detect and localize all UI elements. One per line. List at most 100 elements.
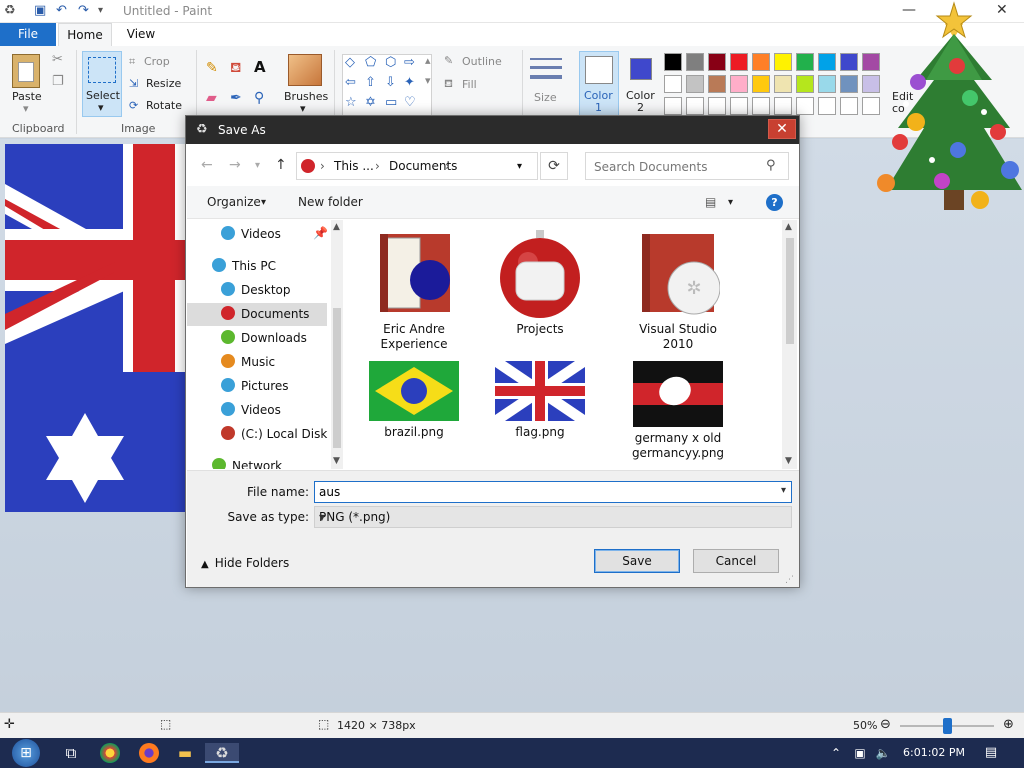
- file-name-dropdown-icon[interactable]: ▾: [781, 485, 786, 496]
- palette-swatch[interactable]: [840, 53, 858, 71]
- tab-view[interactable]: View: [114, 23, 168, 46]
- cut-icon[interactable]: ✂: [52, 52, 63, 67]
- file-item-visual-studio[interactable]: ✲ Visual Studio 2010: [619, 228, 737, 352]
- chrome-icon[interactable]: [100, 743, 120, 763]
- palette-swatch[interactable]: [752, 97, 770, 115]
- outline-button[interactable]: Outline: [462, 55, 502, 68]
- refresh-button[interactable]: ⟳: [540, 152, 568, 180]
- file-item-flag[interactable]: flag.png: [481, 361, 599, 440]
- palette-swatch[interactable]: [708, 97, 726, 115]
- star6-shape-icon[interactable]: ✡: [365, 95, 376, 110]
- task-view-icon[interactable]: ⧉: [61, 743, 81, 763]
- fill-bucket-icon[interactable]: ⛾: [230, 60, 241, 78]
- palette-swatch[interactable]: [840, 97, 858, 115]
- up-arrow-shape-icon[interactable]: ⇧: [365, 75, 376, 90]
- cancel-button[interactable]: Cancel: [693, 549, 779, 573]
- copy-icon[interactable]: ❐: [52, 74, 64, 89]
- view-options-dropdown-icon[interactable]: ▾: [728, 197, 733, 208]
- nav-scroll-down-icon[interactable]: ▼: [333, 456, 340, 466]
- palette-swatch[interactable]: [708, 75, 726, 93]
- volume-icon[interactable]: 🔈: [873, 743, 893, 763]
- palette-swatch[interactable]: [686, 75, 704, 93]
- start-button[interactable]: ⊞: [12, 739, 40, 767]
- resize-grip-icon[interactable]: ⋰: [785, 575, 794, 585]
- palette-swatch[interactable]: [796, 97, 814, 115]
- size-button[interactable]: Size: [534, 91, 557, 104]
- redo-icon[interactable]: ↷: [78, 3, 89, 18]
- palette-swatch[interactable]: [752, 75, 770, 93]
- palette-swatch[interactable]: [664, 53, 682, 71]
- nav-scroll-up-icon[interactable]: ▲: [333, 222, 340, 232]
- clock[interactable]: 6:01:02 PM: [903, 746, 965, 759]
- palette-swatch[interactable]: [686, 53, 704, 71]
- file-item-projects[interactable]: Projects: [481, 228, 599, 337]
- customize-quick-access-icon[interactable]: ▾: [98, 5, 103, 16]
- palette-swatch[interactable]: [840, 75, 858, 93]
- nav-item-this-pc[interactable]: This PC: [212, 255, 276, 278]
- text-tool-icon[interactable]: A: [254, 58, 266, 76]
- palette-swatch[interactable]: [730, 75, 748, 93]
- crop-button[interactable]: Crop: [144, 55, 170, 68]
- palette-swatch[interactable]: [730, 97, 748, 115]
- palette-swatch[interactable]: [752, 53, 770, 71]
- file-item-eric-andre[interactable]: Eric Andre Experience: [355, 228, 473, 352]
- zoom-in-button[interactable]: ⊕: [1003, 717, 1014, 732]
- dialog-close-button[interactable]: ✕: [768, 119, 796, 139]
- palette-swatch[interactable]: [796, 53, 814, 71]
- australian-flag-image[interactable]: [5, 144, 185, 512]
- file-name-input[interactable]: [315, 482, 755, 502]
- up-folder-button[interactable]: ↑: [275, 157, 287, 173]
- fill-button[interactable]: Fill: [462, 78, 477, 91]
- nav-item-local-disk[interactable]: (C:) Local Disk: [221, 423, 327, 446]
- back-button[interactable]: ←: [201, 157, 213, 173]
- tab-file[interactable]: File: [0, 23, 56, 46]
- address-dropdown-icon[interactable]: ▾: [517, 161, 522, 172]
- pentagon-shape-icon[interactable]: ⬠: [365, 55, 376, 70]
- palette-swatch[interactable]: [818, 97, 836, 115]
- palette-swatch[interactable]: [774, 97, 792, 115]
- notifications-icon[interactable]: ▤: [981, 743, 1001, 763]
- file-item-germany[interactable]: germany x old germancyy.png: [619, 361, 737, 461]
- palette-swatch[interactable]: [664, 97, 682, 115]
- shapes-scroll-up-icon[interactable]: ▴: [425, 54, 431, 67]
- eraser-icon[interactable]: ▰: [206, 90, 217, 106]
- file-scroll-up-icon[interactable]: ▲: [785, 222, 792, 232]
- rotate-button[interactable]: Rotate: [146, 99, 182, 112]
- palette-swatch[interactable]: [730, 53, 748, 71]
- forward-button[interactable]: →: [229, 157, 241, 173]
- callout-shape-icon[interactable]: ▭: [385, 95, 397, 110]
- star5-shape-icon[interactable]: ☆: [345, 95, 357, 110]
- brushes-button[interactable]: Brushes: [284, 90, 328, 103]
- organize-dropdown-icon[interactable]: ▾: [261, 197, 266, 208]
- paint-taskbar-icon[interactable]: ♻: [205, 743, 239, 763]
- palette-swatch[interactable]: [774, 53, 792, 71]
- new-folder-button[interactable]: New folder: [298, 195, 363, 209]
- pencil-icon[interactable]: ✎: [206, 60, 218, 76]
- nav-scrollbar-thumb[interactable]: [333, 308, 341, 448]
- palette-swatch[interactable]: [708, 53, 726, 71]
- palette-swatch[interactable]: [818, 75, 836, 93]
- hexagon-shape-icon[interactable]: ⬡: [385, 55, 396, 70]
- brushes-dropdown-icon[interactable]: ▾: [300, 102, 306, 115]
- star4-shape-icon[interactable]: ✦: [404, 75, 415, 90]
- file-scroll-down-icon[interactable]: ▼: [785, 456, 792, 466]
- nav-item-videos[interactable]: Videos: [221, 399, 281, 422]
- color-picker-icon[interactable]: ✒: [230, 90, 242, 106]
- heart-shape-icon[interactable]: ♡: [404, 95, 416, 110]
- search-input[interactable]: Search Documents ⚲: [585, 152, 789, 180]
- palette-swatch[interactable]: [774, 75, 792, 93]
- organize-button[interactable]: Organize: [207, 195, 261, 209]
- right-arrow-shape-icon[interactable]: ⇨: [404, 55, 415, 70]
- palette-swatch[interactable]: [818, 53, 836, 71]
- address-bar[interactable]: › This ... › Documents › ▾: [296, 152, 538, 180]
- save-quick-icon[interactable]: ▣: [34, 3, 46, 18]
- shapes-scroll-down-icon[interactable]: ▾: [425, 74, 431, 87]
- nav-item-music[interactable]: Music: [221, 351, 275, 374]
- paste-dropdown-icon[interactable]: ▾: [23, 102, 29, 115]
- resize-button[interactable]: Resize: [146, 77, 181, 90]
- file-item-brazil[interactable]: brazil.png: [355, 361, 473, 440]
- recent-locations-icon[interactable]: ▾: [255, 160, 260, 171]
- save-button[interactable]: Save: [594, 549, 680, 573]
- help-button[interactable]: ?: [766, 194, 783, 211]
- color2-swatch[interactable]: [630, 58, 652, 80]
